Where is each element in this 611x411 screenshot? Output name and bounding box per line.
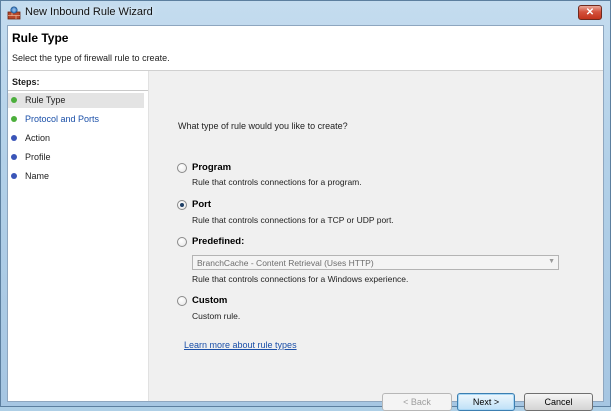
option-title-program[interactable]: Program: [192, 162, 231, 173]
step-label: Profile: [25, 152, 51, 162]
step-status-icon: [11, 97, 17, 103]
close-icon: ✕: [585, 7, 595, 18]
title-bar[interactable]: New Inbound Rule Wizard ✕: [1, 1, 610, 25]
page-description: Select the type of firewall rule to crea…: [12, 53, 170, 63]
step-profile[interactable]: Profile: [8, 150, 144, 165]
step-rule-type[interactable]: Rule Type: [8, 93, 144, 108]
wizard-client-area: Rule Type Select the type of firewall ru…: [7, 25, 604, 411]
steps-heading: Steps:: [8, 76, 148, 91]
learn-more-link[interactable]: Learn more about rule types: [184, 340, 297, 350]
step-status-icon: [11, 173, 17, 179]
step-status-icon: [11, 154, 17, 160]
radio-port[interactable]: [177, 200, 187, 210]
option-title-predefined[interactable]: Predefined:: [192, 236, 244, 247]
rule-type-question: What type of rule would you like to crea…: [178, 121, 348, 131]
page-title: Rule Type: [12, 31, 69, 45]
option-desc-custom: Custom rule.: [192, 311, 241, 321]
option-desc-port: Rule that controls connections for a TCP…: [192, 215, 394, 225]
window-title: New Inbound Rule Wizard: [25, 6, 153, 18]
option-title-port[interactable]: Port: [192, 199, 211, 210]
steps-panel: Steps: Rule Type Protocol and Ports Acti…: [8, 71, 149, 401]
step-protocol-and-ports[interactable]: Protocol and Ports: [8, 112, 144, 127]
step-status-icon: [11, 135, 17, 141]
steps-heading-label: Steps:: [12, 77, 40, 87]
option-desc-predefined: Rule that controls connections for a Win…: [192, 274, 409, 284]
main-panel: What type of rule would you like to crea…: [149, 71, 603, 411]
option-title-custom[interactable]: Custom: [192, 295, 227, 306]
wizard-window: New Inbound Rule Wizard ✕ Rule Type Sele…: [0, 0, 611, 411]
step-label: Action: [25, 133, 51, 143]
wizard-header: Rule Type Select the type of firewall ru…: [8, 26, 603, 71]
step-name[interactable]: Name: [8, 169, 144, 184]
step-label: Rule Type: [25, 95, 66, 105]
next-button[interactable]: Next >: [457, 393, 515, 411]
step-label: Protocol and Ports: [25, 114, 100, 124]
option-desc-program: Rule that controls connections for a pro…: [192, 177, 362, 187]
firewall-icon: [7, 6, 21, 20]
radio-custom[interactable]: [177, 296, 187, 306]
step-status-icon: [11, 116, 17, 122]
radio-predefined[interactable]: [177, 237, 187, 247]
back-button[interactable]: < Back: [382, 393, 452, 411]
step-action[interactable]: Action: [8, 131, 144, 146]
chevron-down-icon: ▼: [548, 258, 555, 265]
close-button[interactable]: ✕: [578, 5, 602, 20]
cancel-button[interactable]: Cancel: [524, 393, 593, 411]
predefined-rules-select[interactable]: BranchCache - Content Retrieval (Uses HT…: [192, 255, 559, 270]
predefined-select-value: BranchCache - Content Retrieval (Uses HT…: [197, 258, 374, 268]
step-label: Name: [25, 171, 50, 181]
radio-program[interactable]: [177, 163, 187, 173]
